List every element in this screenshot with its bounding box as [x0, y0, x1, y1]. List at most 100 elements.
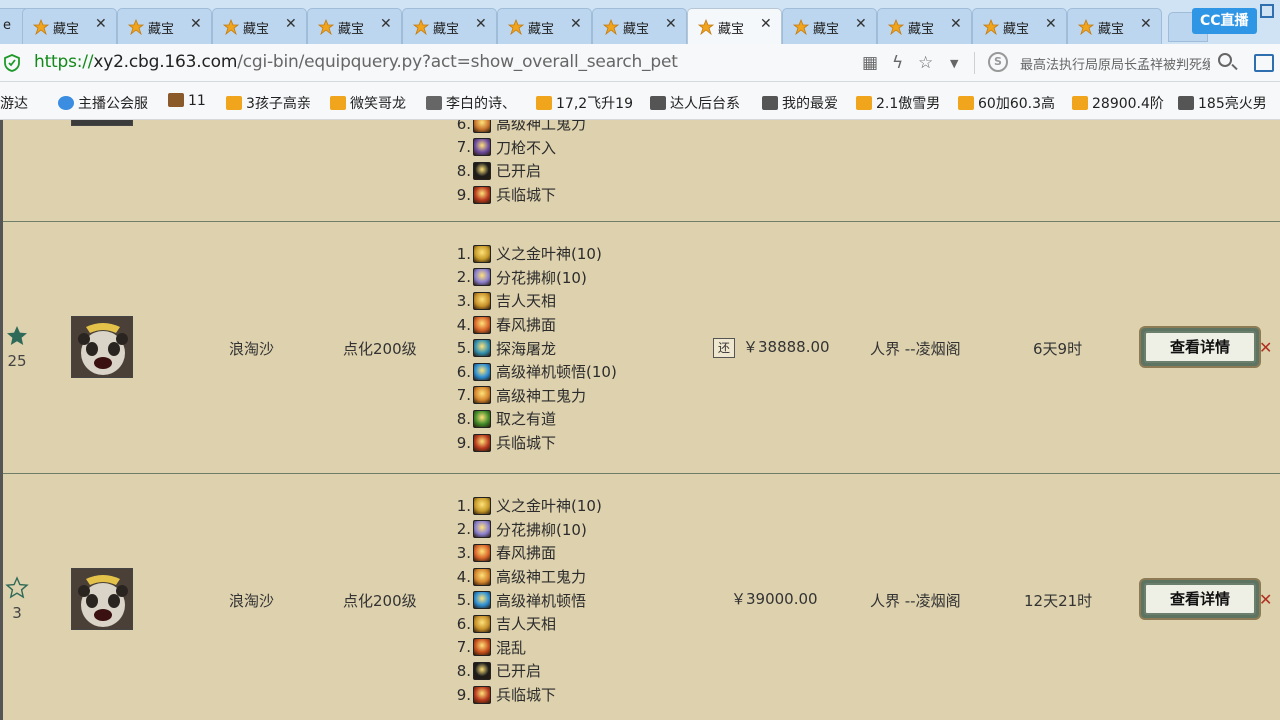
browser-tab[interactable]: 藏宝 ✕ [117, 8, 212, 44]
close-icon[interactable]: ✕ [285, 16, 297, 32]
skill-icon[interactable] [473, 520, 491, 539]
skill-icon[interactable] [473, 685, 491, 704]
skill-item: 5. 高级禅机顿悟 [453, 588, 602, 612]
skill-number: 6. [456, 362, 471, 381]
close-icon[interactable]: ✕ [855, 16, 867, 32]
bookmark-label: 185亮火男 [1198, 96, 1267, 112]
browser-tab[interactable]: 藏宝 ✕ [592, 8, 687, 44]
search-input[interactable]: 最高法执行局原局长孟祥被判死缓 [1020, 54, 1210, 73]
browser-tab[interactable]: 藏宝 ✕ [1067, 8, 1162, 44]
skill-name: 分花拂柳(10) [496, 520, 587, 539]
favorite-star-outline-icon[interactable] [5, 576, 29, 600]
skill-number: 7. [456, 138, 471, 157]
skill-icon[interactable] [473, 268, 491, 287]
browser-tab[interactable]: 藏宝 ✕ [782, 8, 877, 44]
close-icon[interactable]: ✕ [665, 16, 677, 32]
tab-title: 藏宝 [1098, 22, 1125, 37]
browser-tab[interactable]: 藏宝 ✕ [877, 8, 972, 44]
lightning-icon[interactable]: ϟ [892, 53, 903, 73]
browser-tab[interactable]: 藏宝 ✕ [22, 8, 117, 44]
pet-avatar[interactable] [71, 316, 133, 378]
window-restore-icon[interactable] [1260, 4, 1274, 18]
skill-icon[interactable] [473, 614, 491, 633]
browser-tab[interactable]: 藏宝 ✕ [497, 8, 592, 44]
browser-tab-active[interactable]: 藏宝 ✕ [687, 8, 782, 44]
bookmark-item[interactable]: 185亮火男 [1178, 93, 1267, 113]
close-icon[interactable]: ✕ [570, 16, 582, 32]
treasure-icon [508, 19, 524, 35]
skill-list: 6. 高级神工鬼力 7. 刀枪不入 8. 已开启 9. 兵临城下 [453, 120, 586, 206]
bookmark-item[interactable]: 达人后台系 [650, 93, 740, 113]
skill-icon[interactable] [473, 638, 491, 657]
tab-strip: e 藏宝 ✕ 藏宝 ✕ 藏宝 ✕ 藏宝 ✕ 藏宝 ✕ 藏宝 ✕ 藏宝 ✕ 藏宝 ✕ 藏宝 ✕ 藏宝 ✕ 藏宝 ✕ 藏宝 ✕ C… [0, 0, 1280, 44]
skill-icon[interactable] [473, 185, 491, 204]
star-bookmark-icon[interactable]: ☆ [918, 53, 933, 73]
price-cell: 还 ￥38888.00 [713, 336, 830, 358]
close-icon[interactable]: ✕ [1140, 16, 1152, 32]
skill-icon[interactable] [473, 138, 491, 157]
bookmark-item[interactable]: 11 [168, 93, 206, 109]
skill-icon[interactable] [473, 161, 491, 180]
view-details-button[interactable]: 查看详情 [1139, 326, 1261, 368]
favorite-star-filled-icon[interactable] [5, 324, 29, 348]
bookmark-item[interactable]: 游达 [0, 93, 28, 113]
bookmark-item[interactable]: 李白的诗、 [426, 93, 516, 113]
skill-icon[interactable] [473, 567, 491, 586]
skill-icon[interactable] [473, 120, 491, 133]
server-name: 人界 --凌烟阁 [870, 340, 961, 358]
bookmark-item[interactable]: 3孩子高亲 [226, 93, 311, 113]
url-field[interactable]: https://xy2.cbg.163.com/cgi-bin/equipque… [34, 52, 678, 72]
skill-name: 义之金叶神(10) [496, 497, 602, 516]
browser-tab[interactable]: 藏宝 ✕ [402, 8, 497, 44]
browser-tab[interactable]: 藏宝 ✕ [307, 8, 402, 44]
skill-icon[interactable] [473, 409, 491, 428]
pet-avatar[interactable] [71, 120, 133, 126]
skill-icon[interactable] [473, 543, 491, 562]
bookmark-item[interactable]: 微笑哥龙 [330, 93, 406, 113]
skill-icon[interactable] [473, 244, 491, 263]
pet-listing: 6. 高级神工鬼力 7. 刀枪不入 8. 已开启 9. 兵临城下 25 浪淘沙 点化200级 1. 义… [0, 120, 1280, 720]
skill-item: 1. 义之金叶神(10) [453, 242, 617, 266]
skill-icon[interactable] [473, 386, 491, 405]
bookmark-item[interactable]: 我的最爱 [762, 93, 838, 113]
skill-icon[interactable] [473, 496, 491, 515]
bookmark-item[interactable]: 60加60.3高 [958, 93, 1055, 113]
skill-icon[interactable] [473, 315, 491, 334]
bookmark-item[interactable]: 17,2飞升19 [536, 93, 633, 113]
close-icon[interactable]: ✕ [380, 16, 392, 32]
close-icon[interactable]: ✕ [475, 16, 487, 32]
skill-number: 5. [456, 339, 471, 358]
extension-icon[interactable] [1254, 54, 1274, 72]
bookmark-label: 主播公会服 [78, 96, 148, 112]
skill-name: 吉人天相 [496, 615, 557, 634]
view-details-button[interactable]: 查看详情 [1139, 578, 1261, 620]
address-bar: https://xy2.cbg.163.com/cgi-bin/equipque… [0, 44, 1280, 82]
skill-icon[interactable] [473, 661, 491, 680]
skill-number: 9. [456, 433, 471, 452]
search-engine-icon[interactable]: S [988, 52, 1008, 72]
browser-tab[interactable]: 藏宝 ✕ [212, 8, 307, 44]
skill-icon[interactable] [473, 362, 491, 381]
bookmark-item[interactable]: 28900.4阶 [1072, 93, 1164, 113]
close-icon[interactable]: ✕ [950, 16, 962, 32]
skill-icon[interactable] [473, 433, 491, 452]
skill-icon[interactable] [473, 291, 491, 310]
secure-shield-icon [4, 54, 20, 72]
bookmark-item[interactable]: 主播公会服 [58, 93, 148, 113]
qr-code-icon[interactable]: ▦ [862, 53, 878, 73]
pet-name: 浪淘沙 [229, 592, 275, 610]
pet-avatar[interactable] [71, 568, 133, 630]
close-icon[interactable]: ✕ [190, 16, 202, 32]
chevron-down-icon[interactable]: ▼ [950, 57, 958, 70]
browser-tab[interactable]: 藏宝 ✕ [972, 8, 1067, 44]
close-icon[interactable]: ✕ [760, 16, 772, 32]
treasure-icon [318, 19, 334, 35]
skill-item: 8. 取之有道 [453, 407, 617, 431]
bookmark-item[interactable]: 2.1傲雪男 [856, 93, 940, 113]
close-icon[interactable]: ✕ [95, 16, 107, 32]
skill-number: 8. [456, 161, 471, 180]
skill-icon[interactable] [473, 591, 491, 610]
skill-icon[interactable] [473, 339, 491, 358]
search-icon[interactable] [1218, 53, 1232, 67]
close-icon[interactable]: ✕ [1045, 16, 1057, 32]
